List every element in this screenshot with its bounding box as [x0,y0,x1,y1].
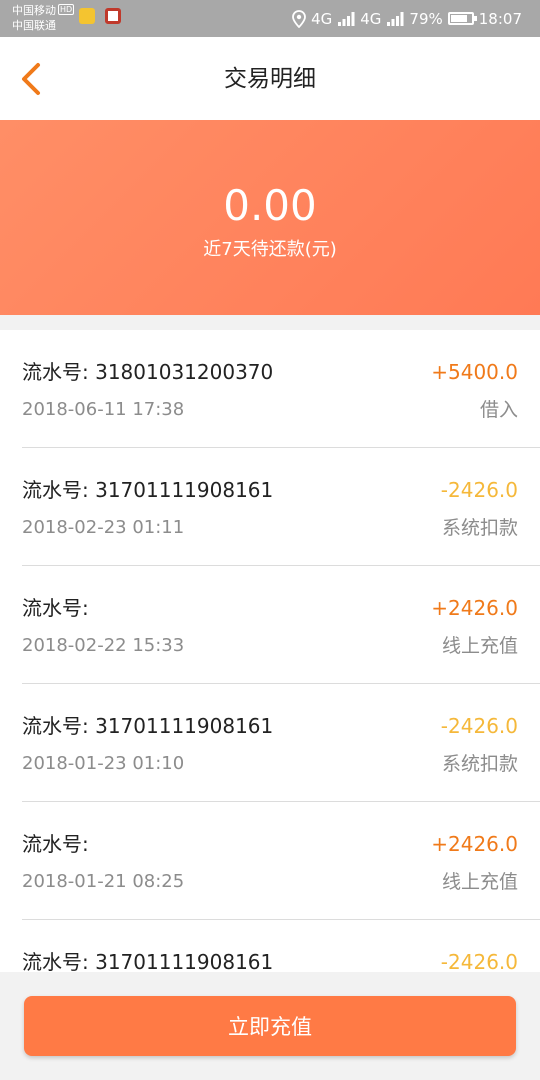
transaction-serial: 流水号: 31801031200370 [22,360,274,384]
transaction-serial: 流水号: 31701111908161 [22,950,274,972]
transaction-amount: -2426.0 [440,714,518,738]
transaction-row[interactable]: 流水号: 31701111908161 -2426.0 2018-02-23 0… [0,448,540,566]
repayment-summary-banner: 0.00 近7天待还款(元) [0,120,540,315]
app-notification-icon [79,8,95,24]
transaction-row[interactable]: 流水号: 31701111908161 -2426.0 2018-01-23 0… [0,684,540,802]
transaction-row[interactable]: 流水号: 31801031200370 +5400.0 2018-06-11 1… [0,330,540,448]
network-type-1: 4G [311,9,333,28]
repayment-amount: 0.00 [223,181,317,230]
signal-icon [338,11,355,26]
transaction-amount: +2426.0 [431,596,518,620]
app-header: 交易明细 [0,37,540,120]
transaction-amount: +2426.0 [431,832,518,856]
transaction-type: 借入 [479,399,518,421]
transaction-serial: 流水号: [22,832,89,856]
transaction-date: 2018-01-23 01:10 [22,753,185,774]
transaction-list[interactable]: 流水号: 31801031200370 +5400.0 2018-06-11 1… [0,330,540,972]
battery-percent: 79% [409,9,443,28]
status-bar: 中国移动 HD 中国联通 4G 4G 79% 18:07 [0,0,540,37]
signal-icon [387,11,404,26]
hd-badge: HD [58,4,75,15]
status-indicators: 4G 4G 79% 18:07 [292,0,522,37]
transaction-serial: 流水号: 31701111908161 [22,478,274,502]
battery-level [450,15,467,22]
transaction-row[interactable]: 流水号: +2426.0 2018-02-22 15:33 线上充值 [0,566,540,684]
transaction-amount: -2426.0 [440,950,518,972]
transaction-type: 线上充值 [441,871,518,893]
bottom-action-bar: 立即充值 [0,972,540,1080]
transaction-amount: +5400.0 [431,360,518,384]
transaction-date: 2018-02-23 01:11 [22,517,185,538]
page-title: 交易明细 [224,66,316,92]
battery-icon [447,12,477,25]
transaction-date: 2018-01-21 08:25 [22,871,185,892]
recharge-button[interactable]: 立即充值 [24,996,516,1056]
transaction-serial: 流水号: [22,596,89,620]
carrier-primary: 中国移动 [12,4,56,17]
network-type-2: 4G [360,9,382,28]
transaction-date: 2018-06-11 17:38 [22,399,185,420]
transaction-type: 线上充值 [441,635,518,657]
transaction-serial: 流水号: 31701111908161 [22,714,274,738]
notification-icons [79,8,126,28]
carrier-info: 中国移动 HD 中国联通 [12,3,75,33]
transaction-date: 2018-02-22 15:33 [22,635,185,656]
transaction-type: 系统扣款 [441,517,518,539]
clock: 18:07 [478,9,522,28]
repayment-label: 近7天待还款(元) [203,239,337,260]
transaction-row[interactable]: 流水号: 31701111908161 -2426.0 [0,920,540,972]
app-notification-icon [105,8,122,24]
location-icon [292,9,306,28]
transaction-type: 系统扣款 [441,753,518,775]
carrier-secondary: 中国联通 [12,19,56,32]
transaction-amount: -2426.0 [440,478,518,502]
transaction-row[interactable]: 流水号: +2426.0 2018-01-21 08:25 线上充值 [0,802,540,920]
